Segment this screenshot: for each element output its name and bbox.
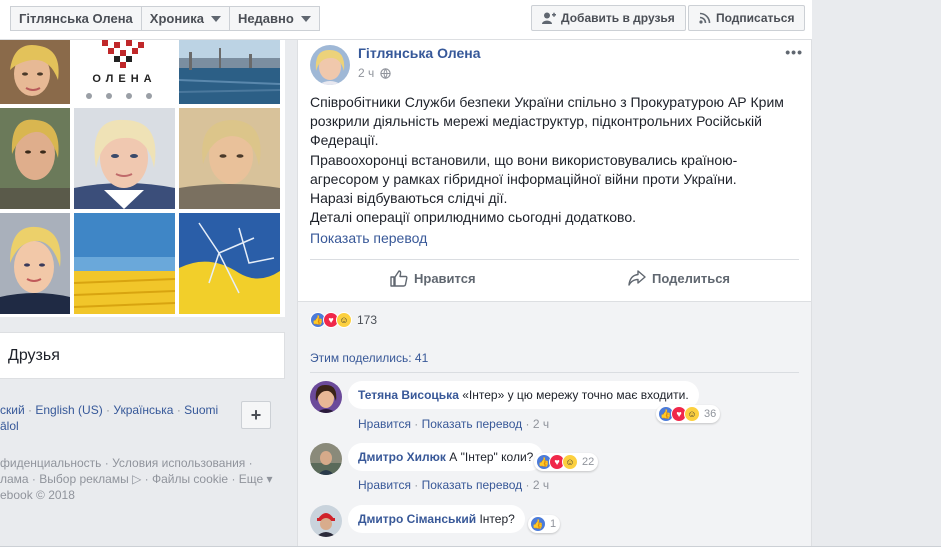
comment-author[interactable]: Тетяна Висоцька [358, 388, 459, 402]
caret-down-icon [300, 15, 311, 22]
shares-count-link[interactable]: Этим поделились: 41 [310, 351, 428, 365]
footer-links[interactable]: лама · Выбор рекламы ▷ · Файлы cookie · … [0, 472, 273, 486]
avatar[interactable] [310, 443, 342, 475]
breadcrumb-timeline-label: Хроника [149, 11, 204, 26]
post-paragraph: Правоохоронці встановили, що вони викори… [310, 151, 738, 187]
breadcrumb-recent[interactable]: Недавно [228, 6, 320, 31]
friends-card[interactable]: Друзья [0, 332, 285, 379]
photo-thumbnail[interactable] [179, 213, 280, 314]
language-link[interactable]: Українська [113, 403, 173, 417]
language-link[interactable]: ский [0, 403, 25, 417]
comment-text: А "Інтер" коли? [449, 450, 534, 464]
haha-reaction-icon: ☺ [562, 454, 578, 470]
breadcrumb-timeline[interactable]: Хроника [140, 6, 230, 31]
like-reaction-icon: 👍 [530, 516, 546, 532]
rss-icon [699, 12, 711, 24]
footer-links[interactable]: фиденциальность · Условия использования … [0, 456, 253, 470]
language-list: ский · English (US) · Українська · Suomi [0, 403, 218, 417]
comment-translate-link[interactable]: Показать перевод [422, 417, 523, 431]
comment-actions: Нравится · Показать перевод · 2 ч [358, 478, 550, 492]
globe-icon [380, 67, 391, 79]
photo-thumbnail[interactable] [74, 213, 175, 314]
plus-icon: + [250, 404, 262, 425]
share-arrow-icon [628, 270, 646, 286]
copyright: ebook © 2018 [0, 488, 75, 502]
comment-reactions[interactable]: 👍 1 [528, 515, 561, 533]
breadcrumb-profile[interactable]: Гітлянська Олена [10, 6, 142, 31]
reactions-summary[interactable]: 👍 ♥ ☺ 173 [310, 312, 377, 328]
photo-thumbnail[interactable] [179, 108, 280, 209]
language-link[interactable]: ālol [0, 419, 19, 433]
post-paragraph: Деталі операції оприлюднимо сьогодні дод… [310, 209, 636, 226]
post-card: Гітлянська Олена 2 ч ••• Співробітники С… [297, 40, 812, 302]
comment-like-link[interactable]: Нравится [358, 478, 411, 492]
post-meta: 2 ч [358, 66, 391, 80]
comment-author[interactable]: Дмитро Сіманський [358, 512, 476, 526]
photo-thumbnail[interactable] [0, 213, 70, 314]
add-friend-icon [542, 12, 556, 24]
like-button[interactable]: Нравится [390, 270, 476, 287]
comment-translate-link[interactable]: Показать перевод [422, 478, 523, 492]
comment-like-link[interactable]: Нравится [358, 417, 411, 431]
language-link[interactable]: Suomi [184, 403, 218, 417]
profile-nav-bar: Гітлянська Олена Хроника Недавно Добавит… [0, 0, 812, 40]
post-author[interactable]: Гітлянська Олена [358, 45, 481, 61]
breadcrumb: Гітлянська Олена Хроника Недавно [10, 6, 320, 31]
comment-reaction-count: 36 [704, 408, 717, 420]
comment-timestamp[interactable]: 2 ч [533, 478, 549, 492]
post-timestamp[interactable]: 2 ч [358, 66, 374, 80]
photo-thumbnail[interactable] [0, 40, 70, 104]
comment-text: Інтер? [479, 512, 515, 526]
post-paragraph: Співробітники Служби безпеки України спі… [310, 94, 784, 149]
comment-reaction-count: 22 [582, 456, 595, 468]
add-friend-button[interactable]: Добавить в друзья [531, 5, 686, 31]
photo-name-caption: ОЛЕНА [92, 73, 157, 85]
photo-thumbnail[interactable] [74, 108, 175, 209]
post-body: Співробітники Служби безпеки України спі… [310, 93, 800, 227]
comment-bubble: Дмитро Хилюк А "Інтер" коли? [348, 443, 544, 471]
comment-reaction-count: 1 [550, 518, 557, 530]
comment-text: «Інтер» у цю мережу точно має входити. [462, 388, 689, 402]
bottom-bar [0, 546, 941, 557]
subscribe-label: Подписаться [716, 11, 795, 25]
friends-card-title[interactable]: Друзья [8, 347, 60, 365]
photo-thumbnail[interactable] [0, 108, 70, 209]
more-languages-button[interactable]: + [241, 401, 271, 429]
reaction-count[interactable]: 173 [357, 313, 377, 327]
thumbs-up-icon [390, 270, 408, 287]
comment-timestamp[interactable]: 2 ч [533, 417, 549, 431]
add-friend-label: Добавить в друзья [561, 11, 675, 25]
comment-reactions[interactable]: 👍 ♥ ☺ 22 [534, 453, 599, 471]
comment-bubble: Тетяна Висоцька «Інтер» у цю мережу точн… [348, 381, 699, 409]
divider [310, 372, 799, 373]
photos-grid: ОЛЕНА [0, 40, 285, 317]
post-paragraph: Наразі відбуваються слідчі дії. [310, 190, 508, 207]
comment-actions: Нравится · Показать перевод · 2 ч [358, 417, 550, 431]
post-options-icon[interactable]: ••• [785, 44, 803, 60]
comments-section: 👍 ♥ ☺ 173 Этим поделились: 41 Тетяна Вис… [297, 302, 812, 557]
avatar[interactable] [310, 381, 342, 413]
share-label: Поделиться [652, 270, 731, 286]
show-translation-link[interactable]: Показать перевод [310, 230, 427, 246]
breadcrumb-profile-label: Гітлянська Олена [19, 11, 133, 26]
breadcrumb-recent-label: Недавно [237, 11, 294, 26]
avatar[interactable] [310, 45, 350, 85]
divider [310, 259, 799, 260]
caret-down-icon [210, 15, 221, 22]
photo-thumbnail[interactable] [179, 40, 280, 104]
haha-reaction-icon: ☺ [684, 406, 700, 422]
avatar[interactable] [310, 505, 342, 537]
comment-reactions[interactable]: 👍 ♥ ☺ 36 [656, 405, 721, 423]
haha-reaction-icon: ☺ [336, 312, 352, 328]
comment-bubble: Дмитро Сіманський Інтер? [348, 505, 525, 533]
comment-author[interactable]: Дмитро Хилюк [358, 450, 446, 464]
subscribe-button[interactable]: Подписаться [688, 5, 806, 31]
like-label: Нравится [414, 271, 476, 286]
language-link[interactable]: English (US) [35, 403, 102, 417]
photo-thumbnail[interactable]: ОЛЕНА [74, 40, 175, 104]
share-button[interactable]: Поделиться [628, 270, 730, 286]
